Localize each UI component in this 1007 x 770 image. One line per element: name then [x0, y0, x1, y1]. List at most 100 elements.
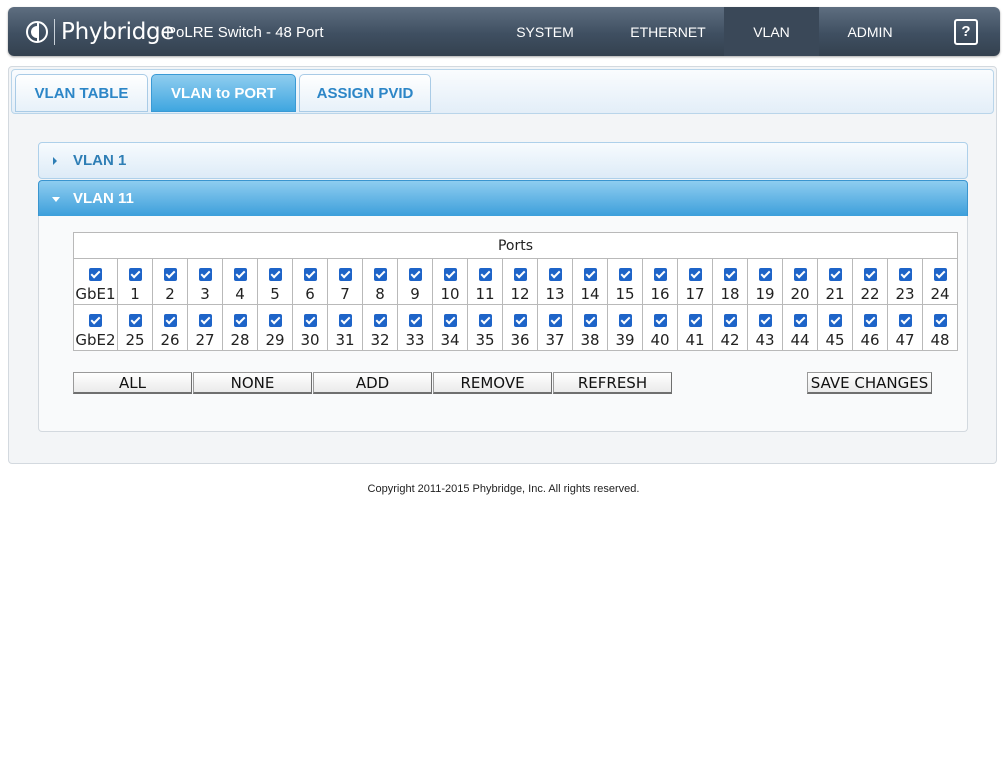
- checkbox-checked-icon[interactable]: [898, 267, 912, 281]
- vlan-1-header[interactable]: VLAN 1: [38, 142, 968, 179]
- checkbox-checked-icon[interactable]: [163, 313, 177, 327]
- checkbox-checked-icon[interactable]: [723, 313, 737, 327]
- checkbox-checked-icon[interactable]: [373, 267, 387, 281]
- checkbox-checked-icon[interactable]: [688, 267, 702, 281]
- nav-admin[interactable]: ADMIN: [819, 7, 921, 56]
- port-label: 44: [790, 330, 810, 349]
- port-label: 21: [825, 284, 845, 303]
- checkbox-checked-icon[interactable]: [933, 267, 947, 281]
- port-cell: 42: [712, 304, 748, 351]
- port-cell: 10: [432, 258, 468, 305]
- port-label: 15: [615, 284, 635, 303]
- checkbox-checked-icon[interactable]: [443, 267, 457, 281]
- add-button[interactable]: ADD: [313, 372, 432, 394]
- tab-vlan-table[interactable]: VLAN TABLE: [15, 74, 148, 112]
- port-cell: 37: [537, 304, 573, 351]
- checkbox-checked-icon[interactable]: [793, 313, 807, 327]
- tab-bar: VLAN TABLE VLAN to PORT ASSIGN PVID: [11, 69, 994, 114]
- checkbox-checked-icon[interactable]: [338, 313, 352, 327]
- port-label: 12: [510, 284, 530, 303]
- brand-logo[interactable]: Phybridge: [26, 17, 174, 47]
- port-cell: 36: [502, 304, 538, 351]
- checkbox-checked-icon[interactable]: [198, 267, 212, 281]
- checkbox-checked-icon[interactable]: [198, 313, 212, 327]
- checkbox-checked-icon[interactable]: [408, 313, 422, 327]
- port-label: 18: [720, 284, 740, 303]
- checkbox-checked-icon[interactable]: [443, 313, 457, 327]
- checkbox-checked-icon[interactable]: [548, 267, 562, 281]
- refresh-button[interactable]: REFRESH: [553, 372, 672, 394]
- checkbox-checked-icon[interactable]: [303, 313, 317, 327]
- checkbox-checked-icon[interactable]: [373, 313, 387, 327]
- checkbox-checked-icon[interactable]: [478, 267, 492, 281]
- port-cell: 13: [537, 258, 573, 305]
- copyright-footer: Copyright 2011-2015 Phybridge, Inc. All …: [367, 483, 640, 495]
- checkbox-checked-icon[interactable]: [268, 313, 282, 327]
- checkbox-checked-icon[interactable]: [828, 313, 842, 327]
- port-label: 34: [440, 330, 460, 349]
- checkbox-checked-icon[interactable]: [933, 313, 947, 327]
- port-label: 40: [650, 330, 670, 349]
- port-label: 47: [895, 330, 915, 349]
- port-cell: 4: [222, 258, 258, 305]
- tab-vlan-to-port[interactable]: VLAN to PORT: [151, 74, 296, 112]
- checkbox-checked-icon[interactable]: [128, 267, 142, 281]
- checkbox-checked-icon[interactable]: [898, 313, 912, 327]
- caret-right-icon: [53, 157, 57, 165]
- checkbox-checked-icon[interactable]: [758, 267, 772, 281]
- port-cell: 21: [817, 258, 853, 305]
- checkbox-checked-icon[interactable]: [268, 267, 282, 281]
- port-label: 45: [825, 330, 845, 349]
- port-cell: 31: [327, 304, 363, 351]
- nav-system[interactable]: SYSTEM: [478, 7, 612, 56]
- port-cell: 25: [117, 304, 153, 351]
- save-changes-button[interactable]: SAVE CHANGES: [807, 372, 932, 394]
- nav-ethernet[interactable]: ETHERNET: [612, 7, 724, 56]
- checkbox-checked-icon[interactable]: [618, 267, 632, 281]
- checkbox-checked-icon[interactable]: [863, 267, 877, 281]
- port-label: 43: [755, 330, 775, 349]
- select-none-button[interactable]: NONE: [193, 372, 312, 394]
- select-all-button[interactable]: ALL: [73, 372, 192, 394]
- checkbox-checked-icon[interactable]: [233, 267, 247, 281]
- remove-button[interactable]: REMOVE: [433, 372, 552, 394]
- caret-down-icon: [52, 197, 60, 202]
- port-label: 10: [440, 284, 460, 303]
- checkbox-checked-icon[interactable]: [548, 313, 562, 327]
- checkbox-checked-icon[interactable]: [723, 267, 737, 281]
- checkbox-checked-icon[interactable]: [863, 313, 877, 327]
- vlan-11-header[interactable]: VLAN 11: [38, 180, 968, 217]
- port-cell: 40: [642, 304, 678, 351]
- tab-assign-pvid[interactable]: ASSIGN PVID: [299, 74, 431, 112]
- checkbox-checked-icon[interactable]: [128, 313, 142, 327]
- checkbox-checked-icon[interactable]: [408, 267, 422, 281]
- port-cell: 11: [467, 258, 503, 305]
- port-cell: 1: [117, 258, 153, 305]
- checkbox-checked-icon[interactable]: [338, 267, 352, 281]
- port-cell: 2: [152, 258, 188, 305]
- checkbox-checked-icon[interactable]: [688, 313, 702, 327]
- port-label: 29: [265, 330, 285, 349]
- checkbox-checked-icon[interactable]: [583, 313, 597, 327]
- checkbox-checked-icon[interactable]: [828, 267, 842, 281]
- checkbox-checked-icon[interactable]: [653, 313, 667, 327]
- checkbox-checked-icon[interactable]: [303, 267, 317, 281]
- checkbox-checked-icon[interactable]: [478, 313, 492, 327]
- nav-vlan[interactable]: VLAN: [724, 7, 819, 56]
- checkbox-checked-icon[interactable]: [89, 313, 102, 327]
- checkbox-checked-icon[interactable]: [163, 267, 177, 281]
- checkbox-checked-icon[interactable]: [513, 267, 527, 281]
- port-cell: 26: [152, 304, 188, 351]
- port-cell: 9: [397, 258, 433, 305]
- help-button[interactable]: ?: [954, 19, 978, 45]
- checkbox-checked-icon[interactable]: [618, 313, 632, 327]
- checkbox-checked-icon[interactable]: [758, 313, 772, 327]
- checkbox-checked-icon[interactable]: [233, 313, 247, 327]
- checkbox-checked-icon[interactable]: [653, 267, 667, 281]
- port-label: GbE1: [75, 284, 116, 303]
- checkbox-checked-icon[interactable]: [793, 267, 807, 281]
- checkbox-checked-icon[interactable]: [89, 267, 102, 281]
- checkbox-checked-icon[interactable]: [513, 313, 527, 327]
- checkbox-checked-icon[interactable]: [583, 267, 597, 281]
- port-cell: 43: [747, 304, 783, 351]
